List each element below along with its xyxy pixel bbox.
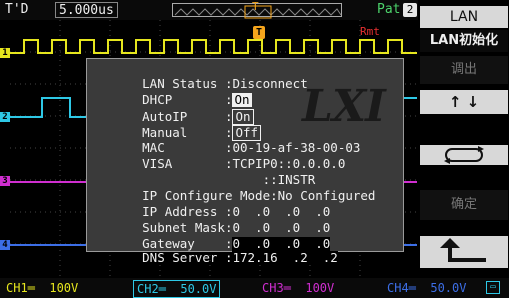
return-arrow-icon	[440, 238, 486, 262]
dns-server-label: DNS Server :	[142, 250, 233, 265]
recall-button[interactable]: 调出	[420, 56, 508, 84]
usb-storage-icon: ▭	[486, 281, 500, 294]
ch4-ground-marker: 4	[0, 240, 10, 250]
ch4-scale[interactable]: CH4═ 50.0V	[387, 280, 466, 296]
lxi-logo: LXI	[302, 81, 386, 132]
ch3-scale[interactable]: CH3═ 100V	[262, 280, 334, 296]
dns-server-row: DNS Server :172.16 .2 .2	[97, 237, 338, 279]
trigger-mode: T'D	[5, 2, 29, 17]
ch2-ground-marker: 2	[0, 112, 10, 122]
toggle-button[interactable]	[420, 145, 508, 165]
trigger-type: Pat	[377, 2, 401, 17]
softkey-menu-title: LAN	[420, 6, 508, 28]
softkey-panel: LAN LAN初始化 调出 ↑ ↓ 确定	[418, 0, 509, 278]
dns-server-value[interactable]: 172.16 .2 .2	[232, 251, 338, 265]
ch2-waveform	[10, 97, 86, 118]
confirm-button[interactable]: 确定	[420, 190, 508, 220]
trigger-source-badge: 2	[403, 3, 417, 17]
ch1-scale[interactable]: CH1═ 100V	[6, 280, 78, 296]
ch1-ground-marker: 1	[0, 48, 10, 58]
back-button[interactable]	[420, 236, 508, 268]
toggle-cycle-icon	[444, 146, 484, 164]
oscilloscope-screen: T'D 5.000us T Pat 2 1 2 3 4 T Rmt LXI LA…	[0, 0, 509, 298]
up-down-arrows-button[interactable]: ↑ ↓	[420, 90, 508, 114]
top-status-bar: T'D 5.000us T Pat 2	[0, 0, 418, 20]
ch3-ground-marker: 3	[0, 176, 10, 186]
lan-settings-dialog: LXI LAN Status :Disconnect DHCP : On Auto…	[86, 58, 404, 265]
remote-indicator: Rmt	[360, 25, 380, 38]
lan-init-button[interactable]: LAN初始化	[420, 30, 508, 52]
trigger-position-icon: T	[252, 0, 259, 13]
channel-status-bar: CH1═ 100V CH2═ 50.0V CH3═ 100V CH4═ 50.0…	[0, 278, 509, 298]
timebase-value[interactable]: 5.000us	[55, 2, 118, 18]
trigger-position-marker: T	[253, 26, 265, 39]
ch2-scale[interactable]: CH2═ 50.0V	[133, 280, 221, 298]
ch1-waveform	[10, 39, 417, 54]
